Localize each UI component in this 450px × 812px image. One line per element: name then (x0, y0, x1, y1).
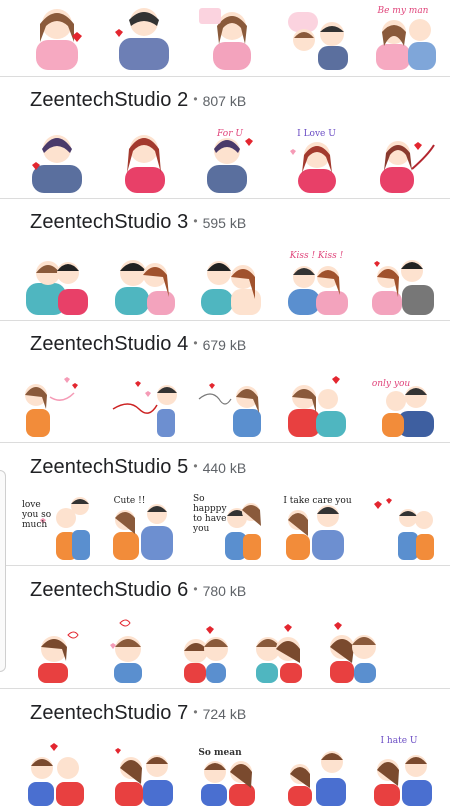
pack-header: ZeentechStudio 5 • 440 kB (30, 456, 246, 482)
separator-dot: • (193, 336, 198, 350)
sticker-image[interactable]: So happpy to have you (193, 492, 265, 560)
sticker-image[interactable]: So mean (195, 738, 265, 806)
sticker-pack-row[interactable]: ZeentechStudio 4 • 679 kB only you (0, 321, 450, 443)
sticker-image[interactable] (96, 615, 166, 683)
sticker-caption: Kiss ! Kiss ! (289, 251, 344, 261)
sticker-image[interactable] (368, 125, 438, 193)
pack-title: ZeentechStudio 5 (30, 456, 189, 478)
separator-dot: • (193, 214, 198, 228)
sticker-caption: love you so much (22, 500, 52, 530)
pack-header: ZeentechStudio 6 • 780 kB (30, 579, 246, 605)
sticker-image[interactable] (109, 738, 179, 806)
sticker-caption: only you (371, 379, 411, 389)
previous-pack-stickers: Be my man (22, 2, 438, 70)
sticker-image[interactable]: Be my man (368, 2, 438, 70)
sticker-image[interactable]: Kiss ! Kiss ! (282, 247, 352, 315)
sticker-caption: I hate U (380, 736, 418, 746)
sticker-image[interactable]: I hate U (368, 736, 438, 806)
sticker-caption: I take care you (283, 496, 352, 506)
sticker-image[interactable] (318, 615, 388, 683)
sticker-image[interactable]: I Love U (282, 125, 352, 193)
sticker-image[interactable] (368, 247, 438, 315)
sticker-image[interactable] (22, 369, 92, 437)
pack-size: 807 kB (202, 93, 247, 109)
sticker-image[interactable] (368, 492, 438, 560)
sticker-caption: Cute !! (113, 496, 146, 506)
sticker-image[interactable] (109, 2, 179, 70)
pack-title: ZeentechStudio 4 (30, 333, 189, 355)
sticker-pack-row[interactable]: ZeentechStudio 3 • 595 kB Kiss ! Kiss ! (0, 199, 450, 321)
sticker-image[interactable] (109, 247, 179, 315)
sticker-caption: So happpy to have you (193, 494, 227, 534)
sticker-image[interactable] (109, 125, 179, 193)
sticker-image[interactable]: only you (368, 369, 438, 437)
sticker-image[interactable] (22, 125, 92, 193)
sticker-preview-row (22, 615, 438, 683)
sticker-preview-row: So mean I hate U (22, 736, 438, 806)
sticker-pack-row[interactable]: ZeentechStudio 6 • 780 kB (0, 567, 450, 689)
sticker-preview-row: Kiss ! Kiss ! (22, 247, 438, 315)
pack-header: ZeentechStudio 4 • 679 kB (30, 333, 246, 359)
sticker-image[interactable] (282, 2, 352, 70)
sticker-preview-row: For U I Love U (22, 125, 438, 193)
pack-size: 440 kB (202, 460, 247, 476)
sticker-image[interactable] (22, 2, 92, 70)
side-drawer-handle[interactable] (0, 470, 6, 672)
separator-dot: • (193, 92, 198, 106)
sticker-image[interactable]: love you so much (22, 492, 92, 560)
sticker-image[interactable] (282, 738, 352, 806)
pack-title: ZeentechStudio 7 (30, 702, 189, 724)
sticker-image[interactable] (22, 738, 92, 806)
pack-header: ZeentechStudio 3 • 595 kB (30, 211, 246, 237)
sticker-preview-row: love you so much Cute !! So happpy to ha… (22, 492, 438, 560)
pack-size: 780 kB (202, 583, 247, 599)
pack-size: 595 kB (202, 215, 247, 231)
sticker-image[interactable] (170, 615, 240, 683)
pack-title: ZeentechStudio 6 (30, 579, 189, 601)
sticker-caption: So mean (198, 748, 242, 758)
separator-dot: • (193, 459, 198, 473)
sticker-image[interactable] (109, 369, 179, 437)
separator-dot: • (193, 705, 198, 719)
sticker-image[interactable] (195, 2, 265, 70)
sticker-image[interactable] (244, 615, 314, 683)
sticker-image[interactable] (22, 615, 92, 683)
pack-header: ZeentechStudio 2 • 807 kB (30, 89, 246, 115)
sticker-image[interactable] (195, 247, 265, 315)
pack-size: 679 kB (202, 337, 247, 353)
sticker-image[interactable]: For U (195, 125, 265, 193)
sticker-image[interactable]: I take care you (282, 492, 352, 560)
pack-title: ZeentechStudio 3 (30, 211, 189, 233)
sticker-image[interactable]: Cute !! (109, 492, 179, 560)
sticker-image[interactable] (282, 369, 352, 437)
pack-title: ZeentechStudio 2 (30, 89, 189, 111)
sticker-pack-row[interactable]: ZeentechStudio 5 • 440 kB love you so mu… (0, 444, 450, 566)
sticker-caption: Be my man (377, 6, 429, 16)
sticker-caption: I Love U (297, 129, 336, 139)
sticker-image[interactable] (22, 247, 92, 315)
sticker-image[interactable] (195, 369, 265, 437)
separator-dot: • (193, 582, 198, 596)
sticker-pack-row[interactable]: ZeentechStudio 2 • 807 kB For U I Love U (0, 77, 450, 199)
pack-header: ZeentechStudio 7 • 724 kB (30, 702, 246, 728)
sticker-pack-row[interactable]: ZeentechStudio 7 • 724 kB So mean I hate… (0, 690, 450, 812)
sticker-preview-row: only you (22, 369, 438, 437)
pack-size: 724 kB (202, 706, 247, 722)
sticker-caption: For U (217, 129, 243, 139)
